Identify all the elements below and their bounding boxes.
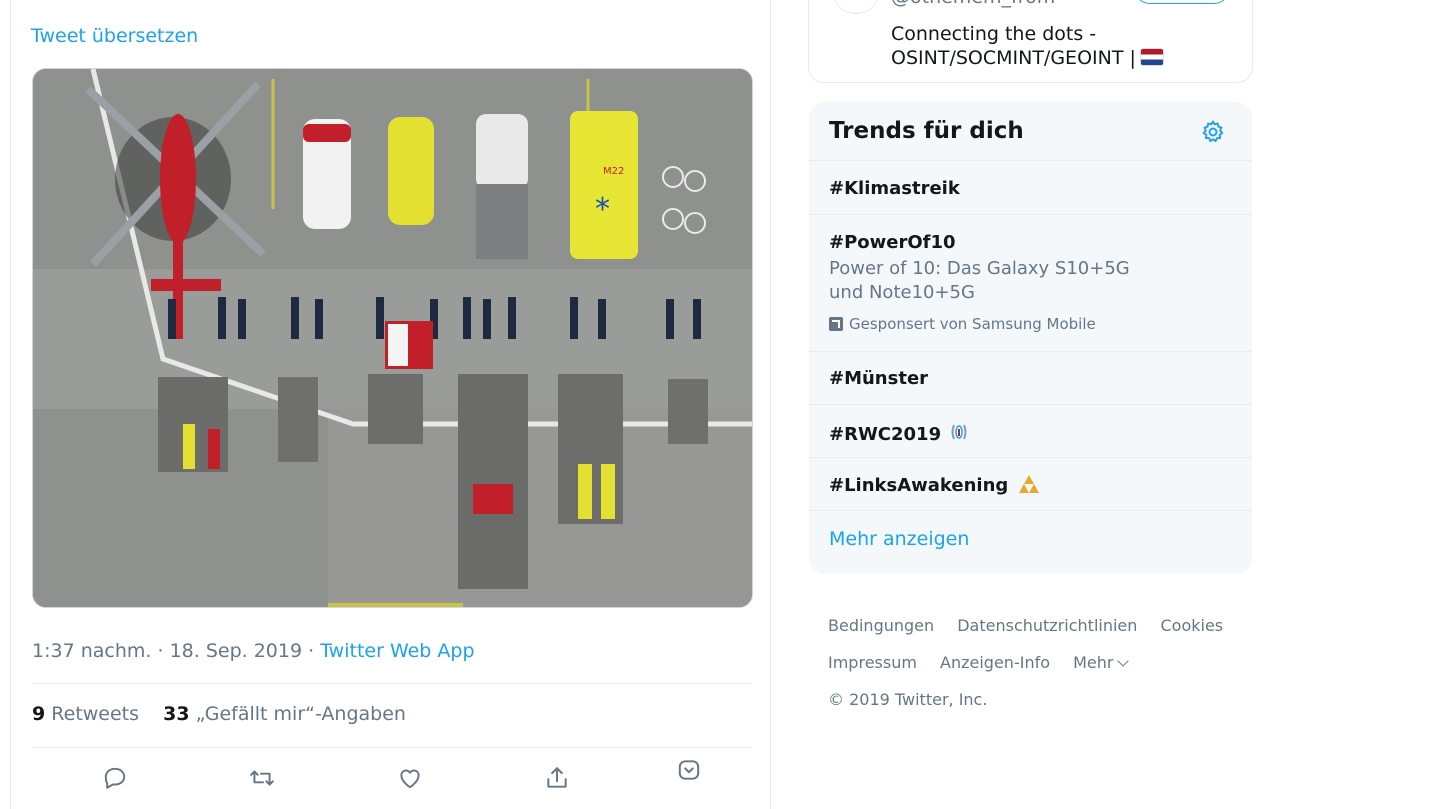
trend-item[interactable]: #Klimastreik [809, 161, 1252, 215]
chevron-down-icon [678, 760, 700, 780]
trends-header: Trends für dich [809, 102, 1252, 161]
trends-title: Trends für dich [829, 118, 1024, 144]
trends-settings-button[interactable] [1200, 119, 1226, 145]
user-bio: Connecting the dots - OSINT/SOCMINT/GEOI… [891, 22, 1211, 70]
trend-tag-row: #RWC2019 [829, 421, 968, 445]
show-more-trends-link[interactable]: Mehr anzeigen [829, 528, 969, 550]
trend-description: Power of 10: Das Galaxy S10+5G und Note1… [829, 258, 1130, 303]
like-icon [400, 769, 420, 789]
meta-separator: · [308, 640, 315, 662]
trend-tag-row: #LinksAwakening [829, 474, 1040, 496]
tweet-timestamp: 1:37 nachm. · 18. Sep. 2019 · Twitter We… [32, 640, 475, 662]
who-to-follow-card: @othemem_from Connecting the dots - OSIN… [808, 0, 1253, 83]
retweet-count: 9 [32, 703, 46, 725]
meta-separator: · [157, 640, 164, 662]
tweet-stats: 9 Retweets 33 „Gefällt mir“-Angaben [32, 703, 424, 725]
likes-stat[interactable]: 33 „Gefällt mir“-Angaben [163, 703, 406, 725]
svg-text:M22: M22 [603, 166, 624, 177]
footer-link-terms[interactable]: Bedingungen [828, 616, 934, 635]
user-bio-text: Connecting the dots - OSINT/SOCMINT/GEOI… [891, 23, 1136, 69]
like-button[interactable] [393, 761, 427, 795]
divider [32, 683, 751, 684]
more-options-button[interactable] [672, 753, 706, 787]
footer-copyright: © 2019 Twitter, Inc. [828, 690, 988, 709]
promoted-label: Gesponsert von Samsung Mobile [829, 315, 1096, 333]
tweet-detail: Tweet übersetzen M22 * 1:37 nachm. · 18.… [10, 0, 771, 809]
trend-tag: #PowerOf10 [829, 232, 956, 253]
tweet-source-link[interactable]: Twitter Web App [320, 640, 474, 662]
share-button[interactable] [540, 761, 574, 795]
avatar[interactable] [833, 0, 879, 14]
tweet-date[interactable]: 18. Sep. 2019 [170, 640, 303, 662]
trend-tag: #RWC2019 [829, 424, 942, 445]
footer-link-privacy[interactable]: Datenschutzrichtlinien [957, 616, 1137, 635]
trends-panel: Trends für dich #Klimastreik #PowerOf10 … [809, 102, 1252, 574]
netherlands-flag-icon [1139, 48, 1164, 66]
footer-more-label: Mehr [1073, 653, 1114, 672]
reply-button[interactable] [98, 761, 132, 795]
footer-row: Impressum Anzeigen-Info Mehr [828, 653, 1145, 672]
trend-item[interactable]: #LinksAwakening [809, 458, 1252, 511]
trend-tag: #LinksAwakening [829, 475, 1009, 496]
emergency-vehicles-photo: M22 * [33, 69, 752, 607]
follow-button[interactable] [1134, 0, 1230, 4]
tweet-time[interactable]: 1:37 nachm. [32, 640, 151, 662]
retweet-button[interactable] [245, 761, 279, 795]
user-handle[interactable]: @othemem_from [891, 0, 1055, 8]
share-icon [547, 767, 567, 788]
retweet-icon [250, 770, 274, 786]
like-label: „Gefällt mir“-Angaben [195, 703, 406, 725]
svg-text:*: * [595, 192, 610, 227]
retweets-stat[interactable]: 9 Retweets [32, 703, 145, 725]
tweet-actions [32, 760, 751, 800]
promoted-icon [829, 317, 843, 331]
trend-tag: #Münster [829, 368, 929, 389]
rugby-ball-icon [951, 424, 967, 440]
footer-link-imprint[interactable]: Impressum [828, 653, 917, 672]
footer-more-button[interactable]: Mehr [1073, 653, 1130, 672]
translate-tweet-link[interactable]: Tweet übersetzen [31, 25, 198, 47]
trend-item[interactable]: #Münster [809, 352, 1252, 405]
trend-tag: #Klimastreik [829, 178, 960, 199]
like-count: 33 [163, 703, 190, 725]
reply-icon [104, 767, 126, 789]
gear-icon [1202, 119, 1224, 143]
chevron-down-icon [1117, 655, 1130, 667]
retweet-label: Retweets [51, 703, 140, 725]
trend-item[interactable]: #RWC2019 [809, 405, 1252, 458]
trend-item-promoted[interactable]: #PowerOf10 Power of 10: Das Galaxy S10+5… [809, 215, 1252, 352]
divider [32, 747, 751, 748]
promoted-text: Gesponsert von Samsung Mobile [849, 315, 1096, 333]
footer-row: Bedingungen Datenschutzrichtlinien Cooki… [828, 616, 1241, 635]
triforce-icon [1018, 475, 1039, 493]
footer-link-ads-info[interactable]: Anzeigen-Info [940, 653, 1050, 672]
footer-link-cookies[interactable]: Cookies [1161, 616, 1224, 635]
tweet-photo[interactable]: M22 * [32, 68, 753, 608]
